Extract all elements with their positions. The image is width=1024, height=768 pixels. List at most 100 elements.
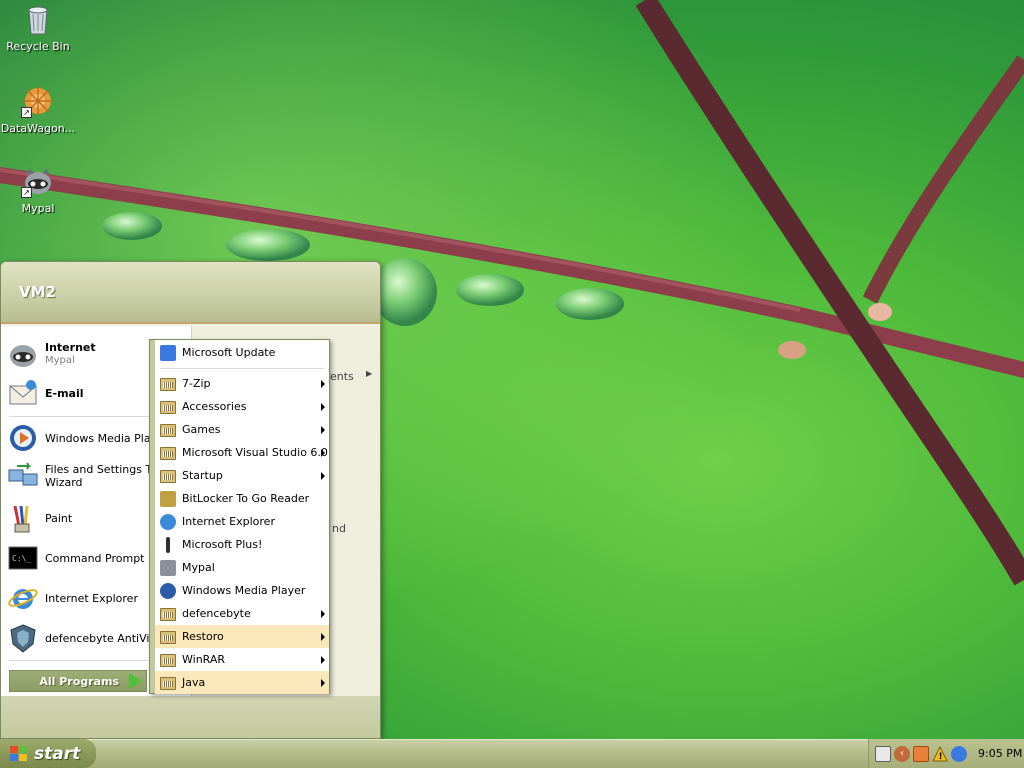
submenu-arrow-icon [321, 633, 325, 641]
programs-item-bitlocker-to-go-reader[interactable]: BitLocker To Go Reader [155, 487, 329, 510]
mypal-icon [7, 338, 39, 370]
programs-item-startup[interactable]: Startup [155, 464, 329, 487]
paint-icon [7, 502, 39, 534]
media-player-icon [160, 582, 176, 599]
start-menu-header: VM2 [1, 262, 380, 324]
programs-item-games[interactable]: Games [155, 418, 329, 441]
internet-explorer-icon [160, 513, 176, 530]
programs-item-label: Microsoft Update [182, 346, 276, 359]
mypal-icon: ↗ [21, 164, 55, 198]
programs-item-label: Internet Explorer [182, 515, 275, 528]
desktop-icon-label: Mypal [21, 202, 55, 215]
system-clock: 9:05 PM [978, 747, 1023, 760]
submenu-arrow-icon [321, 380, 325, 388]
right-pane-item-fragment[interactable]: nd [332, 522, 346, 535]
all-programs-arrow-icon [129, 673, 142, 689]
folder-icon [160, 652, 176, 668]
submenu-arrow-icon [321, 472, 325, 480]
programs-item-label: Accessories [182, 400, 247, 413]
desktop-icon-datawagon[interactable]: ↗ DataWagon... [0, 84, 76, 135]
programs-item-restoro[interactable]: Restoro [155, 625, 329, 648]
warning-icon[interactable]: ! [932, 745, 948, 762]
desktop-icon-label: DataWagon... [0, 122, 76, 135]
programs-item-label: defencebyte [182, 607, 251, 620]
programs-submenu: Microsoft Update 7-Zip Accessories Games Mic… [149, 339, 330, 694]
programs-item-label: WinRAR [182, 653, 226, 666]
submenu-arrow-icon [321, 426, 325, 434]
submenu-arrow-icon [321, 656, 325, 664]
shortcut-arrow-icon: ↗ [21, 187, 32, 198]
recent-item-label: Internet Explorer [45, 591, 138, 605]
programs-item-mypal[interactable]: Mypal [155, 556, 329, 579]
windows-logo-icon [10, 745, 28, 762]
separator [160, 368, 324, 369]
submenu-arrow-icon: ▶ [366, 369, 373, 378]
folder-icon [160, 606, 176, 622]
programs-item-label: Games [182, 423, 221, 436]
programs-item-internet-explorer[interactable]: Internet Explorer [155, 510, 329, 533]
pinned-item-subtitle: Mypal [45, 355, 75, 366]
programs-item-label: Startup [182, 469, 223, 482]
svg-text:!: ! [939, 752, 943, 762]
start-menu-footer [1, 696, 380, 738]
desktop-icon-recycle-bin[interactable]: Recycle Bin [0, 2, 76, 53]
submenu-arrow-icon [321, 403, 325, 411]
submenu-arrow-icon [321, 679, 325, 687]
keyboard-icon[interactable] [875, 745, 891, 762]
programs-item-microsoft-visual-studio-6-0[interactable]: Microsoft Visual Studio 6.0 [155, 441, 329, 464]
collapse-arrow-icon[interactable]: ‹ [894, 745, 910, 762]
folder-icon [160, 399, 176, 415]
folder-icon [160, 675, 176, 691]
programs-item-label: 7-Zip [182, 377, 211, 390]
system-tray: ‹ ! 9:05 PM [868, 739, 1024, 768]
all-programs-label: All Programs [39, 674, 119, 688]
mypal-icon [160, 559, 176, 576]
programs-item-winrar[interactable]: WinRAR [155, 648, 329, 671]
recent-item-label: Command Prompt [45, 551, 145, 565]
start-button[interactable]: start [0, 739, 96, 768]
media-player-icon [7, 422, 39, 454]
svg-text:C:\_: C:\_ [12, 554, 31, 563]
folder-icon [160, 468, 176, 484]
programs-item-label: Restoro [182, 630, 224, 643]
right-pane-item-fragment[interactable]: ents [330, 370, 354, 383]
microsoft-plus-icon [166, 536, 170, 553]
recycle-bin-icon [21, 2, 55, 36]
programs-item-label: Windows Media Player [182, 584, 306, 597]
all-programs-button[interactable]: All Programs [9, 670, 147, 692]
programs-item-label: BitLocker To Go Reader [182, 492, 310, 505]
folder-icon [160, 629, 176, 645]
folder-icon [160, 376, 176, 392]
programs-item-label: Java [182, 676, 206, 689]
restoro-tray-icon[interactable] [913, 745, 929, 762]
programs-item-java[interactable]: Java [155, 671, 329, 694]
defencebyte-shield-icon [7, 622, 39, 654]
shortcut-arrow-icon: ↗ [21, 107, 32, 118]
windows-update-icon [160, 344, 176, 361]
recent-item-label: Paint [45, 511, 73, 525]
network-globe-icon[interactable] [951, 745, 967, 762]
programs-item-defencebyte[interactable]: defencebyte [155, 602, 329, 625]
submenu-arrow-icon [321, 610, 325, 618]
programs-item-label: Microsoft Visual Studio 6.0 [182, 446, 328, 459]
folder-icon [160, 445, 176, 461]
internet-explorer-icon [7, 582, 39, 614]
transfer-wizard-icon [7, 460, 39, 492]
programs-item-7-zip[interactable]: 7-Zip [155, 372, 329, 395]
email-icon [7, 377, 39, 409]
programs-item-microsoft-plus[interactable]: Microsoft Plus! [155, 533, 329, 556]
bitlocker-icon [160, 490, 176, 507]
pinned-item-title: E-mail [45, 386, 84, 400]
programs-item-accessories[interactable]: Accessories [155, 395, 329, 418]
command-prompt-icon: C:\_ [7, 542, 39, 574]
folder-icon [160, 422, 176, 438]
submenu-arrow-icon [321, 449, 325, 457]
desktop-icon-mypal[interactable]: ↗ Mypal [0, 164, 76, 215]
programs-item-windows-media-player[interactable]: Windows Media Player [155, 579, 329, 602]
programs-item-label: Mypal [182, 561, 215, 574]
datawagon-icon: ↗ [21, 84, 55, 118]
start-label: start [34, 743, 81, 764]
user-name: VM2 [19, 283, 56, 301]
pinned-item-title: Internet [45, 341, 96, 354]
programs-item-microsoft-update[interactable]: Microsoft Update [155, 341, 329, 364]
